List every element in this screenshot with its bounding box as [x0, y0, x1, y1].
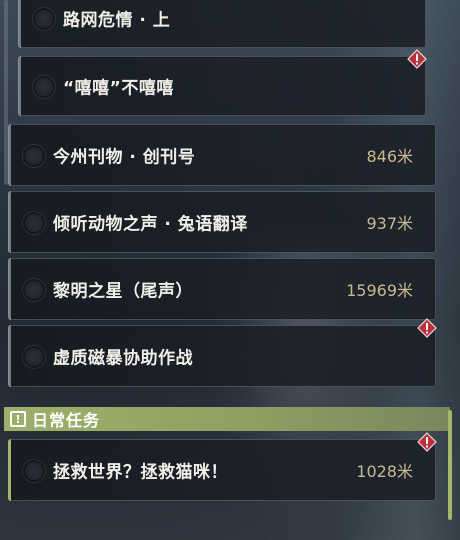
exclamation-icon: !	[10, 411, 26, 427]
quest-title: “嘻嘻”不嘻嘻	[63, 78, 174, 99]
quest-distance: 846米	[366, 147, 413, 166]
quest-item[interactable]: 路网危情 · 上	[18, 0, 426, 48]
quest-item[interactable]: 黎明之星（尾声） 15969米	[8, 258, 436, 320]
quest-title: 虚质磁暴协助作战	[53, 348, 193, 369]
daily-quests-header[interactable]: ! 日常任务	[4, 407, 450, 431]
quest-item[interactable]: “嘻嘻”不嘻嘻	[18, 49, 427, 116]
quest-track-circle-icon[interactable]	[23, 346, 45, 368]
alert-diamond-icon	[417, 318, 437, 338]
quest-item[interactable]: 倾听动物之声 · 兔语翻译 937米	[8, 191, 436, 253]
quest-distance: 15969米	[346, 281, 413, 300]
daily-quest-item[interactable]: 拯救世界？拯救猫咪！ 1028米	[8, 432, 437, 501]
section-title: 日常任务	[32, 411, 101, 430]
quest-track-circle-icon[interactable]	[33, 76, 55, 98]
quest-title: 今州刊物 · 创刊号	[53, 147, 196, 168]
quest-item[interactable]: 虚质磁暴协助作战	[8, 318, 437, 387]
alert-diamond-icon	[417, 432, 437, 452]
quest-distance: 1028米	[356, 462, 413, 481]
quest-title: 路网危情 · 上	[63, 10, 171, 31]
quest-title: 倾听动物之声 · 兔语翻译	[53, 214, 248, 235]
quest-title: 拯救世界？拯救猫咪！	[53, 462, 228, 483]
quest-track-circle-icon[interactable]	[23, 460, 45, 482]
quest-track-circle-icon[interactable]	[33, 8, 55, 30]
quest-track-circle-icon[interactable]	[23, 145, 45, 167]
quest-title: 黎明之星（尾声）	[53, 281, 193, 302]
alert-diamond-icon	[407, 49, 427, 69]
quest-distance: 937米	[366, 214, 413, 233]
quest-track-circle-icon[interactable]	[23, 279, 45, 301]
daily-quests-rail	[448, 410, 452, 520]
quest-track-circle-icon[interactable]	[23, 212, 45, 234]
quest-item[interactable]: 今州刊物 · 创刊号 846米	[8, 124, 436, 186]
